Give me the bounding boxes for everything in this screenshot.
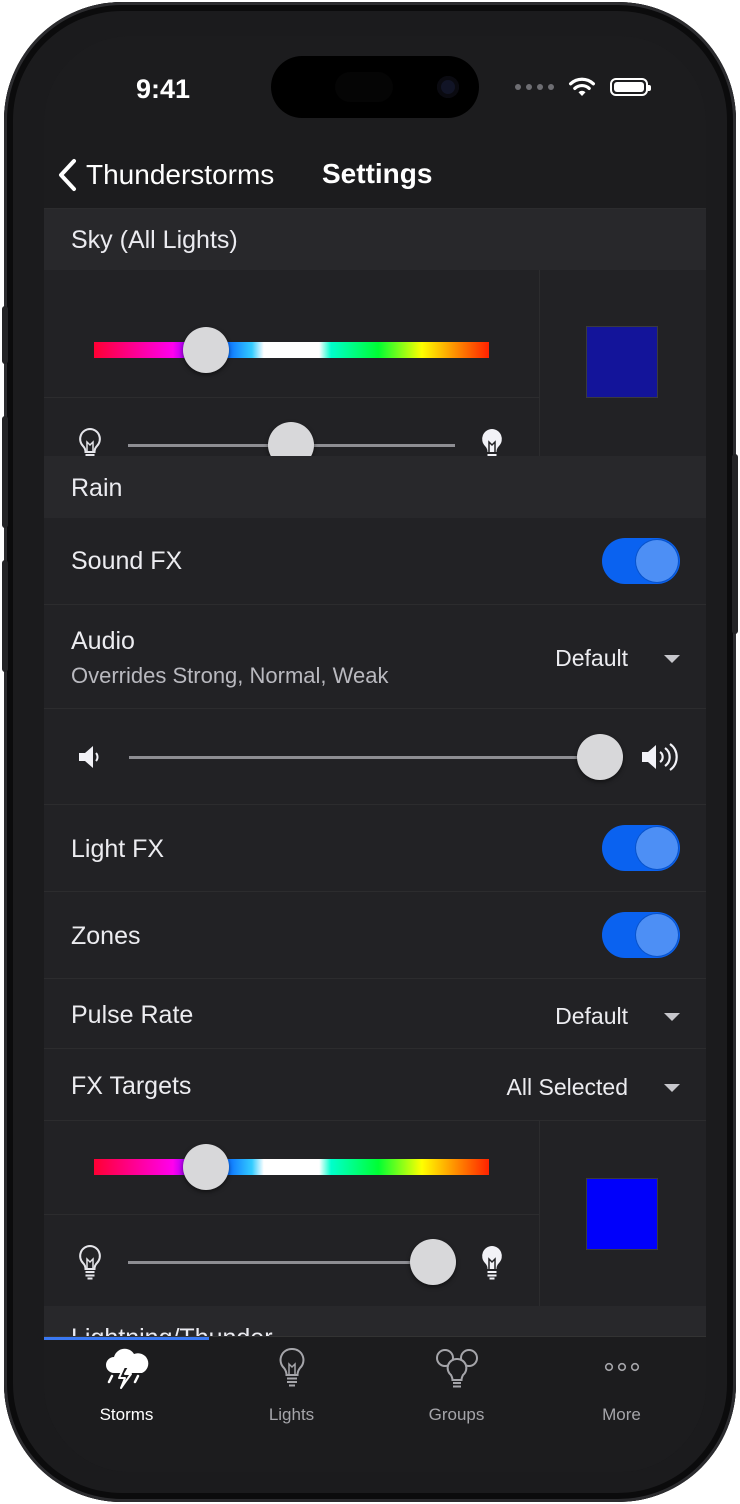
caret-down-icon (664, 1012, 680, 1021)
sky-hue-slider[interactable] (94, 342, 489, 358)
pulse-rate-row[interactable]: Pulse Rate Default (44, 978, 706, 1049)
tab-label: Storms (99, 1405, 154, 1424)
phone-frame: 9:41 Thunderstorms Settings Sky (All Lig… (2, 2, 738, 1502)
tab-label: More (602, 1405, 641, 1424)
navigation-bar: Thunderstorms Settings (44, 148, 706, 209)
dynamic-island (271, 56, 479, 118)
tab-groups[interactable]: Groups (374, 1337, 539, 1437)
bulb-icon (279, 1347, 305, 1387)
bulb-bright-icon (482, 1246, 502, 1280)
status-icons (515, 76, 651, 98)
bulb-dim-icon (79, 1244, 101, 1280)
pulse-rate-dropdown[interactable]: Default (555, 1003, 680, 1030)
audio-row[interactable]: Audio Overrides Strong, Normal, Weak Def… (44, 604, 706, 709)
section-title-sky: Sky (All Lights) (71, 226, 238, 254)
sound-fx-toggle[interactable] (602, 538, 680, 584)
light-fx-row: Light FX (44, 804, 706, 891)
sky-hue-thumb[interactable] (183, 327, 229, 373)
toggle-knob (636, 827, 678, 869)
divider (44, 397, 539, 398)
toggle-knob (636, 914, 678, 956)
screen: 9:41 Thunderstorms Settings Sky (All Lig… (44, 36, 706, 1472)
wifi-icon (569, 77, 595, 96)
tab-storms[interactable]: Storms (44, 1337, 209, 1437)
sound-fx-row: Sound FX (44, 518, 706, 604)
back-label: Thunderstorms (86, 159, 275, 190)
light-fx-toggle[interactable] (602, 825, 680, 871)
zones-label: Zones (71, 922, 141, 950)
target-brightness-track[interactable] (128, 1261, 455, 1264)
divider (539, 270, 540, 456)
power-button (732, 454, 738, 634)
audio-value: Default (555, 645, 628, 671)
volume-down-button (2, 560, 8, 672)
fx-targets-dropdown[interactable]: All Selected (507, 1074, 680, 1101)
status-time: 9:41 (136, 74, 191, 104)
tab-label: Groups (428, 1405, 485, 1424)
target-color-swatch[interactable] (586, 1178, 658, 1250)
chevron-left-icon (59, 159, 76, 191)
fx-targets-row[interactable]: FX Targets All Selected (44, 1048, 706, 1120)
fx-targets-value: All Selected (506, 1074, 628, 1100)
audio-dropdown[interactable]: Default (555, 645, 680, 672)
target-brightness-thumb[interactable] (410, 1239, 456, 1285)
bulb-group-icon (436, 1349, 478, 1388)
pulse-rate-value: Default (555, 1003, 628, 1029)
tab-bar: Storms Lights Groups More (44, 1336, 706, 1472)
volume-track[interactable] (129, 756, 609, 759)
volume-thumb[interactable] (577, 734, 623, 780)
tab-lights[interactable]: Lights (209, 1337, 374, 1437)
toggle-knob (636, 540, 678, 582)
speaker-low-icon (79, 746, 99, 768)
tab-label: Lights (268, 1405, 315, 1424)
back-button[interactable]: Thunderstorms (58, 158, 274, 192)
section-title-rain: Rain (71, 474, 123, 502)
caret-down-icon (664, 1083, 680, 1092)
zones-row: Zones (44, 891, 706, 979)
signal-dots-icon (515, 84, 554, 90)
sky-color-swatch[interactable] (586, 326, 658, 398)
mute-switch (2, 306, 8, 364)
face-id-sensor (335, 72, 393, 102)
target-hue-slider[interactable] (94, 1159, 489, 1175)
battery-icon (610, 78, 651, 96)
section-header-rain: Rain (44, 456, 706, 518)
sky-color-panel (44, 270, 706, 468)
volume-row (44, 708, 706, 805)
fx-target-color-panel (44, 1120, 706, 1307)
divider (539, 1121, 540, 1307)
tab-more[interactable]: More (539, 1337, 704, 1437)
sound-fx-label: Sound FX (71, 547, 183, 575)
volume-up-button (2, 416, 8, 528)
target-hue-thumb[interactable] (183, 1144, 229, 1190)
audio-label: Audio (71, 627, 135, 655)
storm-cloud-icon (106, 1348, 149, 1389)
divider (44, 1214, 539, 1215)
light-fx-label: Light FX (71, 835, 165, 863)
caret-down-icon (664, 654, 680, 663)
speaker-high-icon (642, 743, 678, 771)
more-dots-icon (604, 1362, 640, 1372)
zones-toggle[interactable] (602, 912, 680, 958)
section-header-sky: Sky (All Lights) (44, 209, 706, 270)
page-title: Settings (322, 158, 433, 189)
front-camera (437, 76, 459, 98)
fx-targets-label: FX Targets (71, 1072, 192, 1100)
audio-sublabel: Overrides Strong, Normal, Weak (71, 663, 389, 688)
pulse-rate-label: Pulse Rate (71, 1001, 194, 1029)
